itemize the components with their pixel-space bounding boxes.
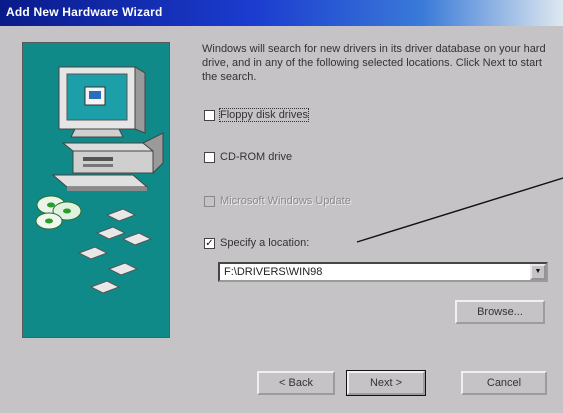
- specify-location-checkbox[interactable]: ✓: [204, 238, 215, 249]
- option-windows-update: Microsoft Windows Update: [204, 194, 404, 212]
- instructions-text: Windows will search for new drivers in i…: [202, 43, 546, 83]
- cd-rom-drive-label[interactable]: CD-ROM drive: [220, 151, 292, 163]
- chevron-down-icon[interactable]: ▼: [530, 264, 546, 280]
- cd-rom-drive-checkbox[interactable]: [204, 152, 215, 163]
- browse-button[interactable]: Browse...: [455, 300, 545, 324]
- wizard-illustration-panel: [22, 42, 170, 338]
- title-bar[interactable]: Add New Hardware Wizard: [0, 0, 563, 26]
- specify-location-label[interactable]: Specify a location:: [220, 237, 309, 249]
- option-floppy-disk-drives[interactable]: Floppy disk drives: [204, 108, 344, 126]
- computer-icon: [51, 66, 164, 191]
- cd-disc-icons: [35, 195, 82, 230]
- option-cd-rom-drive[interactable]: CD-ROM drive: [204, 150, 324, 168]
- window-title: Add New Hardware Wizard: [6, 5, 163, 19]
- next-button[interactable]: Next >: [347, 371, 425, 395]
- computer-with-disks-illustration: [35, 66, 164, 294]
- windows-update-checkbox: [204, 196, 215, 207]
- location-path-value[interactable]: F:\DRIVERS\WIN98: [224, 266, 322, 278]
- floppy-disk-drives-label[interactable]: Floppy disk drives: [218, 108, 310, 122]
- floppy-disk-drives-checkbox[interactable]: [204, 110, 215, 121]
- windows-update-label: Microsoft Windows Update: [220, 195, 351, 207]
- cancel-button[interactable]: Cancel: [461, 371, 547, 395]
- floppy-disk-icons: [77, 208, 153, 294]
- location-path-combobox[interactable]: F:\DRIVERS\WIN98 ▼: [218, 262, 548, 282]
- wizard-window: Add New Hardware Wizard Windows will sea…: [0, 0, 563, 413]
- back-button[interactable]: < Back: [257, 371, 335, 395]
- option-specify-location[interactable]: ✓ Specify a location:: [204, 236, 354, 254]
